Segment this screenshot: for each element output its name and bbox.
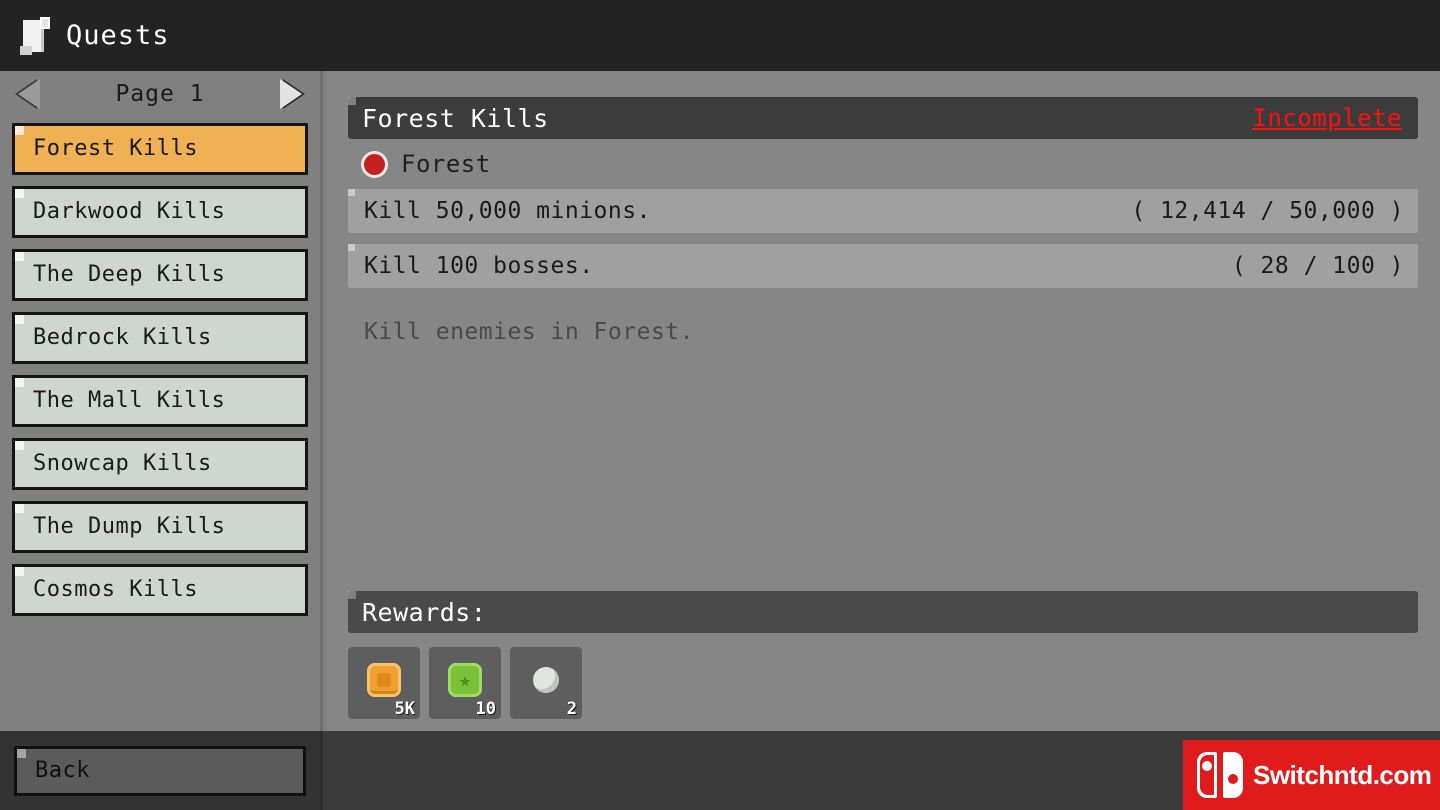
quest-description: Kill enemies in Forest. (364, 319, 694, 345)
quests-screen: Quests Page 1 Forest Kills Darkwood Kill… (0, 0, 1440, 810)
rewards-header: Rewards: (348, 591, 1418, 633)
gold-coin-icon (367, 663, 401, 698)
quest-detail-panel: Forest Kills Incomplete Forest Kill 50,0… (326, 71, 1440, 731)
quest-list-item-the-deep-kills[interactable]: The Deep Kills (12, 249, 308, 301)
objective-progress: ( 12,414 / 50,000 ) (1131, 197, 1404, 224)
silver-orb-icon (529, 663, 563, 697)
reward-count: 2 (566, 699, 577, 719)
rewards-title: Rewards: (362, 597, 487, 627)
page-title: Quests (66, 20, 170, 51)
quest-item-label: Snowcap Kills (33, 451, 212, 476)
reward-slot[interactable]: 10 (429, 647, 501, 719)
status-badge: Incomplete (1252, 104, 1402, 132)
page-indicator: Page 1 (115, 81, 205, 107)
reward-slot[interactable]: 2 (510, 647, 582, 719)
quest-item-label: The Deep Kills (33, 262, 226, 287)
bottom-bar: Back Switchntd.com (0, 731, 1440, 810)
title-bar: Quests (0, 0, 1440, 71)
objective-row: Kill 100 bosses. ( 28 / 100 ) (348, 244, 1418, 288)
reward-slot-list: 5K 10 2 (348, 647, 1418, 719)
objective-text: Kill 100 bosses. (364, 252, 594, 279)
next-page-button[interactable] (276, 79, 305, 109)
quest-list-item-the-mall-kills[interactable]: The Mall Kills (12, 375, 308, 427)
objective-row: Kill 50,000 minions. ( 12,414 / 50,000 ) (348, 189, 1418, 233)
bottom-bar-left: Back (0, 731, 323, 810)
objective-text: Kill 50,000 minions. (364, 197, 651, 224)
quest-detail-title: Forest Kills (362, 103, 549, 133)
quest-list-item-darkwood-kills[interactable]: Darkwood Kills (12, 186, 308, 238)
quest-item-label: Cosmos Kills (33, 577, 198, 602)
quest-list-item-snowcap-kills[interactable]: Snowcap Kills (12, 438, 308, 490)
rewards-section: Rewards: 5K 10 2 (348, 591, 1418, 719)
quest-list: Forest Kills Darkwood Kills The Deep Kil… (0, 117, 320, 616)
prev-page-button[interactable] (15, 79, 44, 109)
quest-zone-label: Forest (401, 150, 491, 178)
quest-item-label: The Mall Kills (33, 388, 226, 413)
triangle-left-icon (18, 79, 40, 109)
green-token-icon (448, 663, 482, 698)
quest-zone: Forest (348, 139, 1418, 189)
quest-list-item-bedrock-kills[interactable]: Bedrock Kills (12, 312, 308, 364)
quest-item-label: Darkwood Kills (33, 199, 226, 224)
red-orb-icon (364, 153, 385, 175)
quest-sidebar: Page 1 Forest Kills Darkwood Kills The D… (0, 71, 323, 731)
back-button-label: Back (35, 757, 90, 783)
quest-list-item-the-dump-kills[interactable]: The Dump Kills (12, 501, 308, 553)
site-watermark: Switchntd.com (1183, 740, 1440, 810)
quest-list-item-cosmos-kills[interactable]: Cosmos Kills (12, 564, 308, 616)
objective-progress: ( 28 / 100 ) (1231, 252, 1404, 279)
reward-slot[interactable]: 5K (348, 647, 420, 719)
quest-item-label: Forest Kills (33, 136, 198, 161)
quest-item-label: Bedrock Kills (33, 325, 212, 350)
reward-count: 5K (394, 699, 415, 719)
quest-detail-header: Forest Kills Incomplete (348, 97, 1418, 139)
triangle-right-icon (280, 79, 302, 109)
scroll-icon (20, 16, 50, 55)
nintendo-switch-icon (1197, 752, 1243, 798)
watermark-text: Switchntd.com (1253, 760, 1432, 790)
quest-item-label: The Dump Kills (33, 514, 226, 539)
reward-count: 10 (475, 699, 496, 719)
back-button[interactable]: Back (14, 745, 306, 796)
quest-list-item-forest-kills[interactable]: Forest Kills (12, 123, 308, 175)
page-navigation: Page 1 (0, 71, 320, 117)
